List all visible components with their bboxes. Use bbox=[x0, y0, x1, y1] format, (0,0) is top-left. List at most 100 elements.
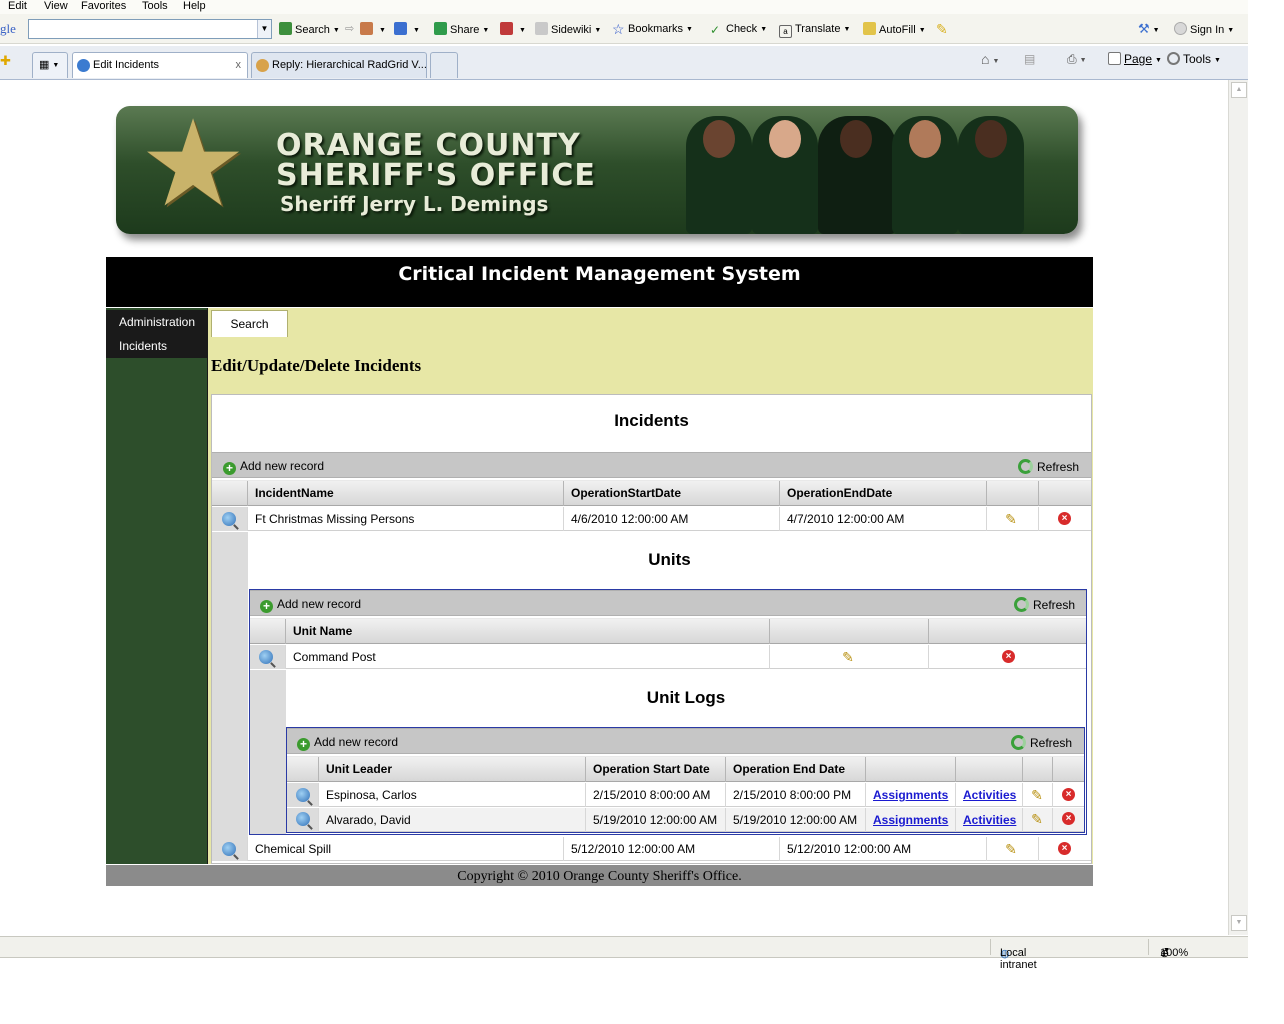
tools-menu-button[interactable]: Tools ▼ bbox=[1167, 52, 1221, 66]
menu-tools[interactable]: Tools bbox=[142, 0, 168, 12]
bookmarks-button[interactable]: ☆ Bookmarks ▼ bbox=[612, 22, 693, 36]
add-icon: + bbox=[297, 738, 310, 751]
scroll-down-icon[interactable]: ▼ bbox=[1231, 915, 1247, 931]
log-start-cell: 2/15/2010 8:00:00 AM bbox=[586, 783, 726, 807]
edit-icon[interactable]: ✎ bbox=[1029, 811, 1045, 827]
delete-icon[interactable]: × bbox=[1002, 650, 1015, 663]
feeds-icon[interactable]: ▤ bbox=[1024, 52, 1035, 66]
add-unit-button[interactable]: + Add new record bbox=[260, 597, 361, 613]
home-icon[interactable]: ⌂ ▼ bbox=[981, 52, 999, 66]
add-unit-log-button[interactable]: + Add new record bbox=[297, 735, 398, 751]
unit-leader-cell: Alvarado, David bbox=[319, 808, 586, 832]
table-row: Command Post bbox=[250, 645, 1086, 669]
column-header-op-end-date[interactable]: Operation End Date bbox=[726, 757, 866, 782]
forward-icon[interactable]: ⇨ bbox=[345, 22, 354, 36]
refresh-icon bbox=[1014, 597, 1029, 612]
edit-icon[interactable]: ✎ bbox=[1003, 511, 1019, 527]
system-title-bar: Critical Incident Management System bbox=[106, 257, 1093, 307]
google-search-input[interactable]: ▼ bbox=[28, 19, 272, 39]
scroll-up-icon[interactable]: ▲ bbox=[1231, 82, 1247, 98]
incident-start-cell: 4/6/2010 12:00:00 AM bbox=[564, 507, 780, 531]
menu-favorites[interactable]: Favorites bbox=[81, 0, 126, 12]
banner-line3: Sheriff Jerry L. Demings bbox=[280, 192, 549, 216]
window-edge bbox=[1248, 0, 1284, 960]
copyright-text: Copyright © 2010 Orange County Sheriff's… bbox=[457, 869, 742, 884]
new-tab-button[interactable] bbox=[430, 52, 458, 78]
incidents-command-bar: + Add new record Refresh bbox=[212, 452, 1091, 478]
officer-photo bbox=[958, 116, 1024, 234]
highlighter-icon[interactable]: ✎ bbox=[936, 22, 948, 36]
autofill-button[interactable]: AutoFill ▼ bbox=[863, 22, 926, 36]
share-button[interactable]: Share ▼ bbox=[434, 22, 489, 36]
translate-button[interactable]: a Translate ▼ bbox=[779, 22, 850, 38]
wrench-icon[interactable]: ⚒ ▼ bbox=[1138, 22, 1160, 36]
assignments-link[interactable]: Assignments bbox=[873, 788, 948, 802]
unit-name-cell: Command Post bbox=[286, 645, 770, 669]
tab-search[interactable]: Search bbox=[211, 310, 288, 337]
tab-reply-radgrid[interactable]: Reply: Hierarchical RadGrid V... bbox=[251, 52, 427, 78]
chevron-down-icon: ▼ bbox=[332, 27, 340, 34]
edit-icon[interactable]: ✎ bbox=[1003, 841, 1019, 857]
unit-logs-command-bar: + Add new record Refresh bbox=[287, 728, 1084, 754]
menu-view[interactable]: View bbox=[44, 0, 68, 12]
expand-icon[interactable] bbox=[296, 788, 310, 802]
delete-icon[interactable]: × bbox=[1058, 512, 1071, 525]
menu-help[interactable]: Help bbox=[183, 0, 206, 12]
blog-button[interactable]: ▼ bbox=[500, 22, 526, 36]
expand-icon[interactable] bbox=[259, 650, 273, 664]
page-menu-button[interactable]: Page ▼ bbox=[1108, 52, 1162, 66]
expand-icon[interactable] bbox=[222, 842, 236, 856]
popup-icon bbox=[360, 22, 373, 35]
delete-icon[interactable]: × bbox=[1062, 812, 1075, 825]
detail-indent bbox=[250, 670, 286, 834]
quick-tabs-button[interactable]: ▦ ▼ bbox=[32, 52, 68, 78]
units-title: Units bbox=[648, 550, 691, 569]
activities-link[interactable]: Activities bbox=[963, 813, 1016, 827]
add-icon: + bbox=[260, 600, 273, 613]
activities-link[interactable]: Activities bbox=[963, 788, 1016, 802]
nav-item-administration[interactable]: Administration bbox=[106, 310, 208, 334]
column-header-operation-start[interactable]: OperationStartDate bbox=[564, 481, 780, 506]
popup-blocker-button[interactable]: ▼ bbox=[360, 22, 386, 36]
google-icon bbox=[279, 22, 292, 35]
officer-photo bbox=[892, 116, 958, 234]
nav-item-incidents[interactable]: Incidents bbox=[106, 334, 208, 358]
plus-button[interactable]: ▼ bbox=[394, 22, 420, 36]
status-bar: ◍ Local intranet ⊕ 100% ▼ bbox=[0, 936, 1248, 971]
expand-icon[interactable] bbox=[222, 512, 236, 526]
column-header-operation-end[interactable]: OperationEndDate bbox=[780, 481, 987, 506]
vertical-scrollbar[interactable]: ▲ ▼ bbox=[1228, 80, 1248, 935]
tab-edit-incidents[interactable]: Edit Incidents x bbox=[72, 52, 248, 78]
refresh-incidents-button[interactable]: Refresh bbox=[1018, 459, 1079, 474]
log-end-cell: 5/19/2010 12:00:00 AM bbox=[726, 808, 866, 832]
delete-icon[interactable]: × bbox=[1058, 842, 1071, 855]
chevron-down-icon: ▼ bbox=[1163, 947, 1170, 954]
units-command-bar: + Add new record Refresh bbox=[250, 590, 1086, 616]
sidewiki-button[interactable]: Sidewiki ▼ bbox=[535, 22, 601, 36]
column-header-op-start-date[interactable]: Operation Start Date bbox=[586, 757, 726, 782]
edit-icon[interactable]: ✎ bbox=[840, 649, 856, 665]
delete-icon[interactable]: × bbox=[1062, 788, 1075, 801]
edit-icon[interactable]: ✎ bbox=[1029, 787, 1045, 803]
assignments-link[interactable]: Assignments bbox=[873, 813, 948, 827]
autofill-icon bbox=[863, 22, 876, 35]
menu-edit[interactable]: Edit bbox=[8, 0, 27, 12]
column-header-unit-leader[interactable]: Unit Leader bbox=[319, 757, 586, 782]
close-icon[interactable]: x bbox=[236, 53, 242, 77]
chevron-down-icon[interactable]: ▼ bbox=[257, 20, 271, 38]
expand-icon[interactable] bbox=[296, 812, 310, 826]
spell-check-button[interactable]: ✓ Check ▼ bbox=[710, 22, 767, 37]
search-button[interactable]: Search ▼ bbox=[279, 22, 340, 36]
refresh-unit-logs-button[interactable]: Refresh bbox=[1011, 735, 1072, 750]
unit-leader-cell: Espinosa, Carlos bbox=[319, 783, 586, 807]
table-row: Alvarado, David 5/19/2010 12:00:00 AM 5/… bbox=[287, 808, 1084, 832]
check-icon: ✓ bbox=[710, 23, 721, 37]
add-incident-button[interactable]: + Add new record bbox=[223, 459, 324, 475]
favorites-star-icon[interactable]: ✚ bbox=[0, 54, 11, 68]
refresh-units-button[interactable]: Refresh bbox=[1014, 597, 1075, 612]
column-header-incident-name[interactable]: IncidentName bbox=[248, 481, 564, 506]
print-icon[interactable]: ⎙ ▼ bbox=[1067, 52, 1087, 66]
page-footer: Copyright © 2010 Orange County Sheriff's… bbox=[106, 865, 1093, 886]
column-header-unit-name[interactable]: Unit Name bbox=[286, 619, 770, 644]
sign-in-button[interactable]: Sign In ▼ bbox=[1174, 22, 1234, 36]
